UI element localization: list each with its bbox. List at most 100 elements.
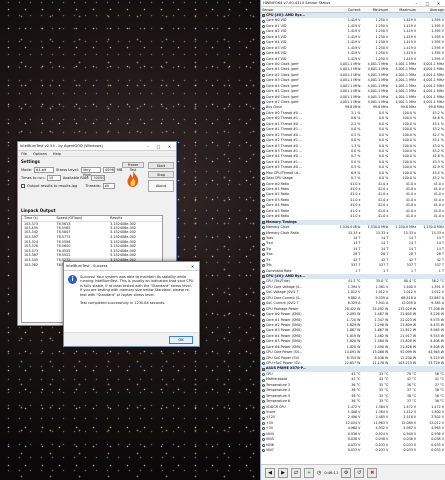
sensor-icon bbox=[262, 411, 265, 415]
success-dialog[interactable]: IntelBurnTest - Success ✕ i Success! You… bbox=[63, 261, 200, 347]
info-icon: i bbox=[68, 275, 77, 284]
sensor-icon bbox=[262, 182, 265, 186]
available-ram-label: Available RAM: bbox=[62, 176, 90, 180]
hwinfo-sensor-window[interactable]: HWiNFO64 v7.00-4310 Sensor Status – □ ✕ … bbox=[260, 0, 445, 480]
sensor-row[interactable]: VIN7 0.033 V 0.033 V 0.033 V 0.033 V bbox=[261, 448, 445, 453]
add-icon[interactable]: + bbox=[304, 467, 314, 478]
stress-mb-field[interactable]: 4096 bbox=[102, 167, 115, 173]
forward-arrow-icon[interactable]: ▶ bbox=[278, 467, 288, 478]
hwinfo-title-bar[interactable]: HWiNFO64 v7.00-4310 Sensor Status – □ ✕ bbox=[261, 0, 445, 7]
sensor-list[interactable]: CPU [#0]: AMD Ryz... Core #0 VID 1.419 V 1.… bbox=[261, 13, 445, 453]
sensor-icon bbox=[262, 427, 265, 431]
sensor-icon bbox=[262, 253, 265, 257]
start-button[interactable]: Start bbox=[148, 162, 174, 169]
sensor-icon bbox=[262, 117, 265, 121]
back-arrow-icon[interactable]: ◀ bbox=[265, 467, 275, 478]
sensor-icon bbox=[262, 74, 265, 78]
sensor-icon bbox=[262, 68, 265, 72]
sensor-icon bbox=[262, 90, 265, 94]
sensor-icon bbox=[262, 95, 265, 99]
sensor-icon bbox=[262, 416, 265, 420]
sensor-icon bbox=[262, 52, 265, 56]
hwinfo-toolbar: ◀ ▶ ⇄ + ◷ 0:46:11 ⚙ ↺ ✖ bbox=[261, 464, 445, 480]
close-icon[interactable]: ✕ bbox=[188, 264, 197, 269]
sensor-icon bbox=[262, 400, 265, 404]
title-bar[interactable]: IntelBurnTest v2.54 - by AgentGOD (Windo… bbox=[18, 142, 176, 151]
sensor-group-icon bbox=[262, 367, 265, 371]
sensor-icon bbox=[262, 335, 265, 339]
dialog-title-bar[interactable]: IntelBurnTest - Success ✕ bbox=[64, 262, 199, 271]
sensor-icon bbox=[262, 438, 265, 442]
sensor-icon bbox=[262, 329, 265, 333]
hwinfo-title: HWiNFO64 v7.00-4310 Sensor Status bbox=[263, 1, 331, 5]
sensor-icon bbox=[262, 351, 265, 355]
sensor-icon bbox=[262, 345, 265, 349]
network-icon[interactable]: ⇄ bbox=[291, 467, 301, 478]
column-minimum[interactable]: Minimum bbox=[361, 8, 389, 12]
sensor-icon bbox=[262, 383, 265, 387]
sensor-icon bbox=[262, 226, 265, 230]
sensor-icon bbox=[262, 30, 265, 34]
sensor-average-value: 53.728 W bbox=[428, 361, 444, 365]
sensor-icon bbox=[262, 280, 265, 284]
column-maximum[interactable]: Maximum bbox=[389, 8, 417, 12]
sensor-icon bbox=[262, 264, 265, 268]
sensor-icon bbox=[262, 258, 265, 262]
sensor-icon bbox=[262, 432, 265, 436]
stop-button[interactable]: Stop bbox=[148, 171, 174, 178]
reset-clock-icon[interactable]: ↺ bbox=[354, 467, 365, 478]
sensor-icon bbox=[262, 373, 265, 377]
about-button[interactable]: About bbox=[148, 180, 174, 192]
sensor-icon bbox=[262, 389, 265, 393]
output-results-checkbox[interactable] bbox=[21, 184, 25, 188]
sensor-icon bbox=[262, 237, 265, 241]
threads-select[interactable]: All bbox=[102, 183, 115, 189]
sensor-icon bbox=[262, 215, 265, 219]
sensor-icon bbox=[262, 378, 265, 382]
sensor-icon bbox=[262, 449, 265, 453]
menu-help[interactable]: Help bbox=[53, 152, 61, 156]
sensor-icon bbox=[262, 362, 265, 366]
stress-select[interactable]: Very High bbox=[80, 167, 101, 177]
column-sensor[interactable]: Sensor bbox=[261, 8, 334, 12]
sensor-average-value: 41.0 x bbox=[433, 214, 444, 219]
sensor-icon bbox=[262, 46, 265, 50]
menu-options[interactable]: Options bbox=[33, 152, 47, 156]
minimize-icon[interactable]: – bbox=[412, 1, 421, 6]
times-field[interactable]: 10 bbox=[46, 175, 61, 181]
maximize-icon[interactable]: □ bbox=[154, 144, 163, 149]
sensor-icon bbox=[262, 101, 265, 105]
close-sensors-icon[interactable]: ✖ bbox=[367, 467, 378, 478]
sensor-maximum-value: 41.0 x bbox=[405, 214, 417, 219]
elapsed-time-icon: ◷ bbox=[317, 469, 322, 476]
sensor-icon bbox=[262, 63, 265, 67]
sensor-icon bbox=[262, 356, 265, 360]
close-icon[interactable]: ✕ bbox=[165, 144, 174, 149]
sensor-current-value: 0.033 V bbox=[347, 448, 361, 452]
minimize-icon[interactable]: – bbox=[143, 144, 152, 149]
sensor-icon bbox=[262, 307, 265, 311]
sensor-icon bbox=[262, 302, 265, 306]
close-icon[interactable]: ✕ bbox=[434, 1, 443, 6]
sensor-icon bbox=[262, 313, 265, 317]
linpack-output-heading: Linpack Output bbox=[21, 208, 56, 213]
time-cell: 103.382 bbox=[24, 262, 39, 267]
mode-select[interactable]: 64-bit bbox=[34, 167, 55, 173]
window-title: IntelBurnTest v2.54 - by AgentGOD (Windo… bbox=[20, 144, 103, 148]
column-average[interactable]: Average bbox=[417, 8, 445, 12]
settings-icon[interactable]: ⚙ bbox=[341, 467, 352, 478]
sensor-icon bbox=[262, 193, 265, 197]
dialog-body: i Success! Your system was able to maint… bbox=[64, 271, 199, 305]
column-current[interactable]: Current bbox=[334, 8, 362, 12]
ok-button[interactable]: OK bbox=[169, 336, 193, 344]
sensor-icon bbox=[262, 204, 265, 208]
maximize-icon[interactable]: □ bbox=[423, 1, 432, 6]
sensor-icon bbox=[262, 25, 265, 29]
dialog-title: IntelBurnTest - Success bbox=[66, 264, 108, 268]
freeze-test-button[interactable]: Freeze Test bbox=[122, 162, 144, 172]
dialog-message: Success! Your system was able to maintai… bbox=[80, 275, 194, 297]
threads-label: Threads: bbox=[85, 184, 101, 188]
burn-flame-icon bbox=[124, 170, 142, 188]
sensor-icon bbox=[262, 166, 265, 170]
menu-file[interactable]: File bbox=[21, 152, 27, 156]
